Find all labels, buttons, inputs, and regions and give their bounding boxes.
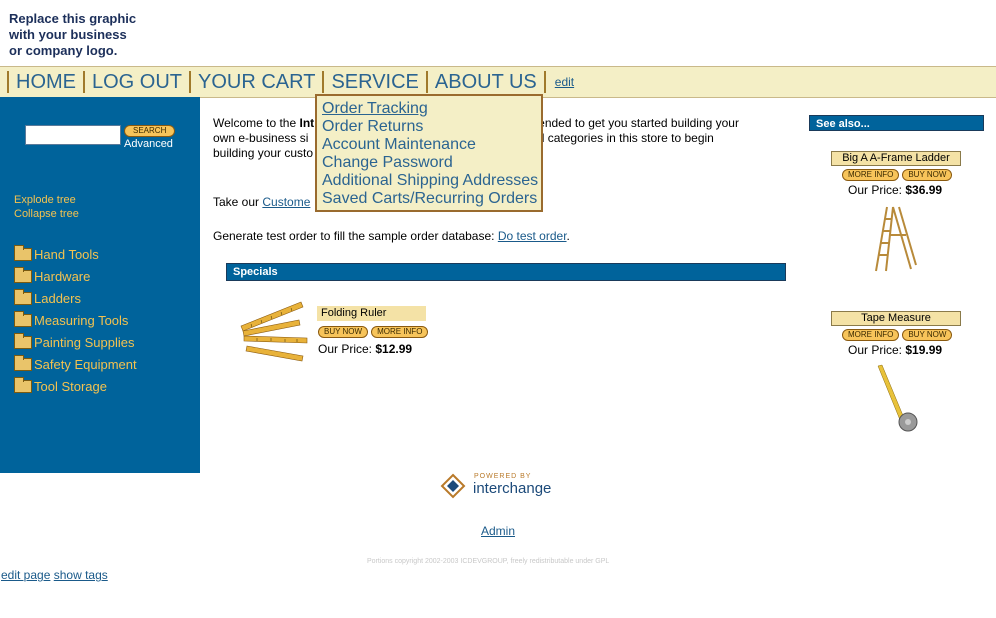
interchange-brand: interchange: [473, 480, 552, 497]
category-label: Measuring Tools: [34, 312, 129, 328]
tape-actions: MORE INFO BUY NOW: [842, 329, 953, 341]
category-label: Ladders: [34, 290, 81, 306]
buy-now-button[interactable]: BUY NOW: [902, 169, 953, 181]
take-our-prefix: Take our: [213, 195, 263, 209]
generate-prefix: Generate test order to fill the sample o…: [213, 229, 498, 243]
take-our-line: Take our Custome: [213, 195, 310, 210]
price-label: Our Price:: [848, 343, 906, 357]
category-tool-storage[interactable]: Tool Storage: [14, 375, 137, 397]
category-ladders[interactable]: Ladders: [14, 287, 137, 309]
do-test-order-link[interactable]: Do test order: [498, 229, 567, 243]
show-tags-link[interactable]: show tags: [54, 568, 108, 582]
nav-edit-link[interactable]: edit: [555, 75, 574, 89]
nav-your-cart[interactable]: YOUR CART: [189, 71, 322, 93]
ruler-price: Our Price: $12.99: [318, 342, 412, 356]
explode-tree-link[interactable]: Explode tree: [14, 194, 76, 206]
ladder-image[interactable]: [873, 205, 918, 273]
folder-icon: [14, 354, 32, 371]
menu-account-maintenance[interactable]: Account Maintenance: [322, 136, 541, 154]
copyright-notice: Portions copyright 2002-2003 ICDEVGROUP,…: [367, 558, 610, 565]
category-hardware[interactable]: Hardware: [14, 265, 137, 287]
folder-icon: [14, 266, 32, 283]
search-button[interactable]: SEARCH: [124, 125, 176, 137]
collapse-tree-link[interactable]: Collapse tree: [14, 208, 79, 220]
category-measuring-tools[interactable]: Measuring Tools: [14, 309, 137, 331]
ladder-price: Our Price: $36.99: [848, 183, 942, 197]
folder-icon: [14, 332, 32, 349]
product-name-folding-ruler[interactable]: Folding Ruler: [317, 306, 426, 321]
customer-link[interactable]: Custome: [262, 195, 310, 209]
edit-page-link[interactable]: edit page: [1, 568, 50, 582]
search-input[interactable]: [25, 125, 121, 145]
ladder-actions: MORE INFO BUY NOW: [842, 169, 953, 181]
menu-order-returns[interactable]: Order Returns: [322, 118, 541, 136]
buy-now-button[interactable]: BUY NOW: [902, 329, 953, 341]
folding-ruler-image[interactable]: [237, 298, 313, 362]
menu-additional-shipping-addresses[interactable]: Additional Shipping Addresses: [322, 172, 541, 190]
tape-measure-image[interactable]: [874, 364, 924, 434]
product-name-ladder[interactable]: Big A A-Frame Ladder: [831, 151, 961, 166]
folder-icon: [14, 244, 32, 261]
price-value: $36.99: [905, 183, 943, 197]
category-label: Tool Storage: [34, 378, 107, 394]
category-label: Safety Equipment: [34, 356, 137, 372]
nav-log-out[interactable]: LOG OUT: [83, 71, 189, 93]
category-tree: Hand Tools Hardware Ladders Measuring To…: [14, 243, 137, 397]
powered-by-label: POWERED BY: [474, 473, 532, 480]
service-dropdown-menu: Order Tracking Order Returns Account Mai…: [315, 94, 543, 212]
more-info-button[interactable]: MORE INFO: [842, 169, 900, 181]
welcome-line2-right: and categories in this store to begin: [524, 131, 714, 145]
nav-home[interactable]: HOME: [7, 71, 83, 93]
menu-change-password[interactable]: Change Password: [322, 154, 541, 172]
nav-about-us[interactable]: ABOUT US: [425, 71, 546, 93]
category-label: Hardware: [34, 268, 91, 284]
more-info-button[interactable]: MORE INFO: [371, 326, 429, 338]
category-label: Hand Tools: [34, 246, 99, 262]
folder-icon: [14, 310, 32, 327]
price-label: Our Price:: [848, 183, 906, 197]
category-painting-supplies[interactable]: Painting Supplies: [14, 331, 137, 353]
welcome-line2-left: own e-business si: [213, 131, 309, 145]
welcome-store-name: Int: [299, 116, 315, 130]
product-name-tape-measure[interactable]: Tape Measure: [831, 311, 961, 326]
menu-saved-carts[interactable]: Saved Carts/Recurring Orders: [322, 190, 541, 208]
admin-link[interactable]: Admin: [481, 524, 515, 538]
generate-test-order-line: Generate test order to fill the sample o…: [213, 229, 570, 244]
nav-service[interactable]: SERVICE: [322, 71, 425, 93]
edit-links: edit page show tags: [1, 568, 108, 582]
buy-now-button[interactable]: BUY NOW: [318, 326, 369, 338]
advanced-search-link[interactable]: Advanced: [124, 138, 173, 150]
ruler-actions: BUY NOW MORE INFO: [318, 326, 429, 338]
generate-suffix: .: [566, 229, 570, 243]
category-safety-equipment[interactable]: Safety Equipment: [14, 353, 137, 375]
price-value: $19.99: [905, 343, 943, 357]
specials-header: Specials: [226, 263, 786, 281]
more-info-button[interactable]: MORE INFO: [842, 329, 900, 341]
price-value: $12.99: [375, 342, 413, 356]
tape-price: Our Price: $19.99: [848, 343, 942, 357]
category-label: Painting Supplies: [34, 334, 135, 350]
folder-icon: [14, 288, 32, 305]
folder-icon: [14, 376, 32, 393]
menu-order-tracking[interactable]: Order Tracking: [322, 100, 541, 118]
welcome-tail: ntended to get you started building your: [528, 116, 739, 130]
see-also-header: See also...: [809, 115, 984, 131]
category-hand-tools[interactable]: Hand Tools: [14, 243, 137, 265]
welcome-prefix: Welcome to the: [213, 116, 300, 130]
company-logo-placeholder: Replace this graphic with your business …: [9, 11, 137, 58]
price-label: Our Price:: [318, 342, 376, 356]
welcome-line3: building your custo: [213, 146, 314, 160]
left-sidebar: SEARCH Advanced Explode tree Collapse tr…: [0, 97, 200, 473]
